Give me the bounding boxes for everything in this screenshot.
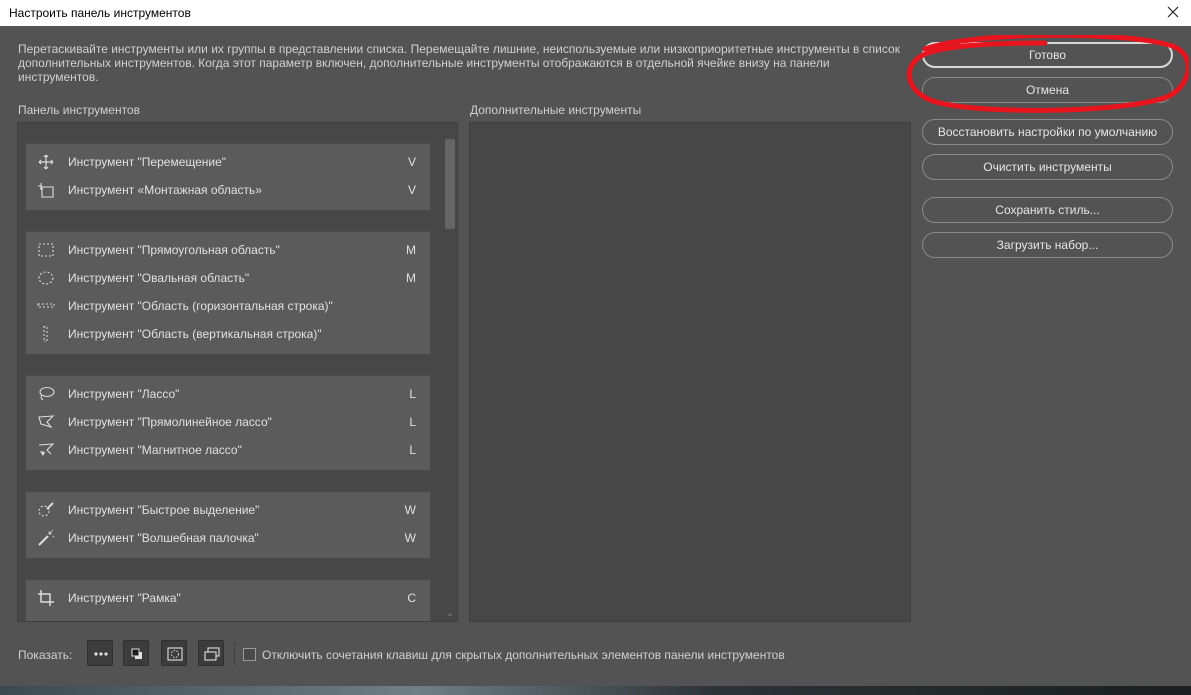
disable-shortcuts-checkbox[interactable] xyxy=(243,648,256,661)
tool-item[interactable]: Инструмент "Волшебная палочка" W xyxy=(26,524,430,552)
scrollbar-thumb[interactable] xyxy=(445,139,455,229)
tool-item[interactable]: Инструмент "Овальная область" M xyxy=(26,264,430,292)
tool-shortcut: V xyxy=(407,155,416,169)
tool-shortcut: L xyxy=(409,387,416,401)
disable-shortcuts-label[interactable]: Отключить сочетания клавиш для скрытых д… xyxy=(262,648,785,662)
single-column-marquee-icon xyxy=(43,326,48,342)
tool-shortcut: W xyxy=(404,531,416,545)
show-fg-bg-colors-button[interactable] xyxy=(123,640,149,666)
more-tools-icon xyxy=(94,652,108,656)
tool-shortcut: M xyxy=(406,271,416,285)
quick-selection-icon xyxy=(38,502,54,517)
extra-tools-label: Дополнительные инструменты xyxy=(470,103,642,117)
done-button[interactable]: Готово xyxy=(922,42,1173,68)
scroll-down-icon[interactable]: ⌄ xyxy=(445,609,455,618)
quick-mask-icon xyxy=(167,647,183,661)
tool-name: Инструмент "Быстрое выделение" xyxy=(68,503,260,517)
artboard-icon xyxy=(38,183,54,198)
clear-tools-button[interactable]: Очистить инструменты xyxy=(922,154,1173,180)
lasso-icon xyxy=(39,386,55,401)
extra-tools-list[interactable] xyxy=(469,122,911,622)
show-screen-mode-button[interactable] xyxy=(198,640,224,666)
tool-item[interactable]: Инструмент "Прямолинейное лассо" L xyxy=(26,408,430,436)
toolbar-list[interactable]: Инструмент "Перемещение" V Инструмент «М… xyxy=(17,122,458,622)
screen-mode-icon xyxy=(204,647,220,661)
toolbar-panel-label: Панель инструментов xyxy=(18,103,140,117)
dialog-description: Перетаскивайте инструменты или их группы… xyxy=(18,42,900,84)
tool-item[interactable]: Инструмент "Рамка" C xyxy=(26,584,430,612)
tool-item[interactable]: Инструмент "Быстрое выделение" W xyxy=(26,496,430,524)
magic-wand-icon xyxy=(38,530,55,546)
save-preset-button[interactable]: Сохранить стиль... xyxy=(922,197,1173,223)
tool-shortcut: W xyxy=(404,503,416,517)
tool-item[interactable]: Инструмент "Магнитное лассо" L xyxy=(26,436,430,464)
tool-name: Инструмент "Рамка" xyxy=(68,591,181,605)
close-icon[interactable] xyxy=(1163,2,1183,22)
single-row-marquee-icon xyxy=(37,303,55,308)
tool-item[interactable]: Инструмент "Перемещение" V xyxy=(26,148,430,176)
magnetic-lasso-icon xyxy=(38,443,55,456)
tool-shortcut: L xyxy=(409,443,416,457)
tool-shortcut: C xyxy=(407,591,416,605)
restore-defaults-button[interactable]: Восстановить настройки по умолчанию xyxy=(922,119,1173,145)
tool-group-quick-selection[interactable]: Инструмент "Быстрое выделение" W Инструм… xyxy=(25,491,431,559)
bottom-divider xyxy=(234,642,235,666)
show-extra-tools-button[interactable] xyxy=(87,640,113,666)
tool-name: Инструмент "Овальная область" xyxy=(68,271,250,285)
tool-group-crop[interactable]: Инструмент "Рамка" C xyxy=(25,579,431,621)
tool-name: Инструмент "Прямолинейное лассо" xyxy=(68,415,272,429)
tool-name: Инструмент "Магнитное лассо" xyxy=(68,443,242,457)
customize-toolbar-dialog: Перетаскивайте инструменты или их группы… xyxy=(0,26,1191,686)
tool-name: Инструмент "Лассо" xyxy=(68,387,180,401)
move-icon xyxy=(38,154,54,170)
tool-item[interactable]: Инструмент "Прямоугольная область" M xyxy=(26,236,430,264)
dialog-titlebar: Настроить панель инструментов xyxy=(0,0,1191,26)
rectangular-marquee-icon xyxy=(38,243,54,257)
tool-name: Инструмент "Область (горизонтальная стро… xyxy=(68,299,333,313)
tool-shortcut: L xyxy=(409,415,416,429)
tool-item[interactable]: Инструмент "Область (горизонтальная стро… xyxy=(26,292,430,320)
tool-item[interactable]: Инструмент "Область (вертикальная строка… xyxy=(26,320,430,348)
tool-item[interactable]: Инструмент «Монтажная область» V xyxy=(26,176,430,204)
dialog-title: Настроить панель инструментов xyxy=(9,6,191,20)
toolbar-list-scrollbar[interactable]: ⌄ xyxy=(442,123,457,621)
tool-group-marquee[interactable]: Инструмент "Прямоугольная область" M Инс… xyxy=(25,231,431,355)
crop-icon xyxy=(38,590,54,606)
tool-group-move[interactable]: Инструмент "Перемещение" V Инструмент «М… xyxy=(25,143,431,211)
tool-name: Инструмент "Область (вертикальная строка… xyxy=(68,327,322,341)
polygonal-lasso-icon xyxy=(38,415,55,429)
foreground-background-icon xyxy=(131,648,142,659)
show-label: Показать: xyxy=(18,648,73,662)
elliptical-marquee-icon xyxy=(38,271,54,285)
load-preset-button[interactable]: Загрузить набор... xyxy=(922,232,1173,258)
bottom-bar: Показать: Отключить сочетания клавиш для… xyxy=(0,622,1191,686)
tool-name: Инструмент "Прямоугольная область" xyxy=(68,243,280,257)
tool-name: Инструмент «Монтажная область» xyxy=(68,183,262,197)
tool-name: Инструмент "Перемещение" xyxy=(68,155,227,169)
tool-name: Инструмент "Волшебная палочка" xyxy=(68,531,259,545)
tool-item[interactable]: Инструмент "Лассо" L xyxy=(26,380,430,408)
desktop-background-strip xyxy=(0,686,1191,695)
tool-group-lasso[interactable]: Инструмент "Лассо" L Инструмент "Прямоли… xyxy=(25,375,431,471)
tool-shortcut: M xyxy=(406,243,416,257)
cancel-button[interactable]: Отмена xyxy=(922,77,1173,103)
show-quick-mask-button[interactable] xyxy=(161,640,187,666)
tool-shortcut: V xyxy=(407,183,416,197)
